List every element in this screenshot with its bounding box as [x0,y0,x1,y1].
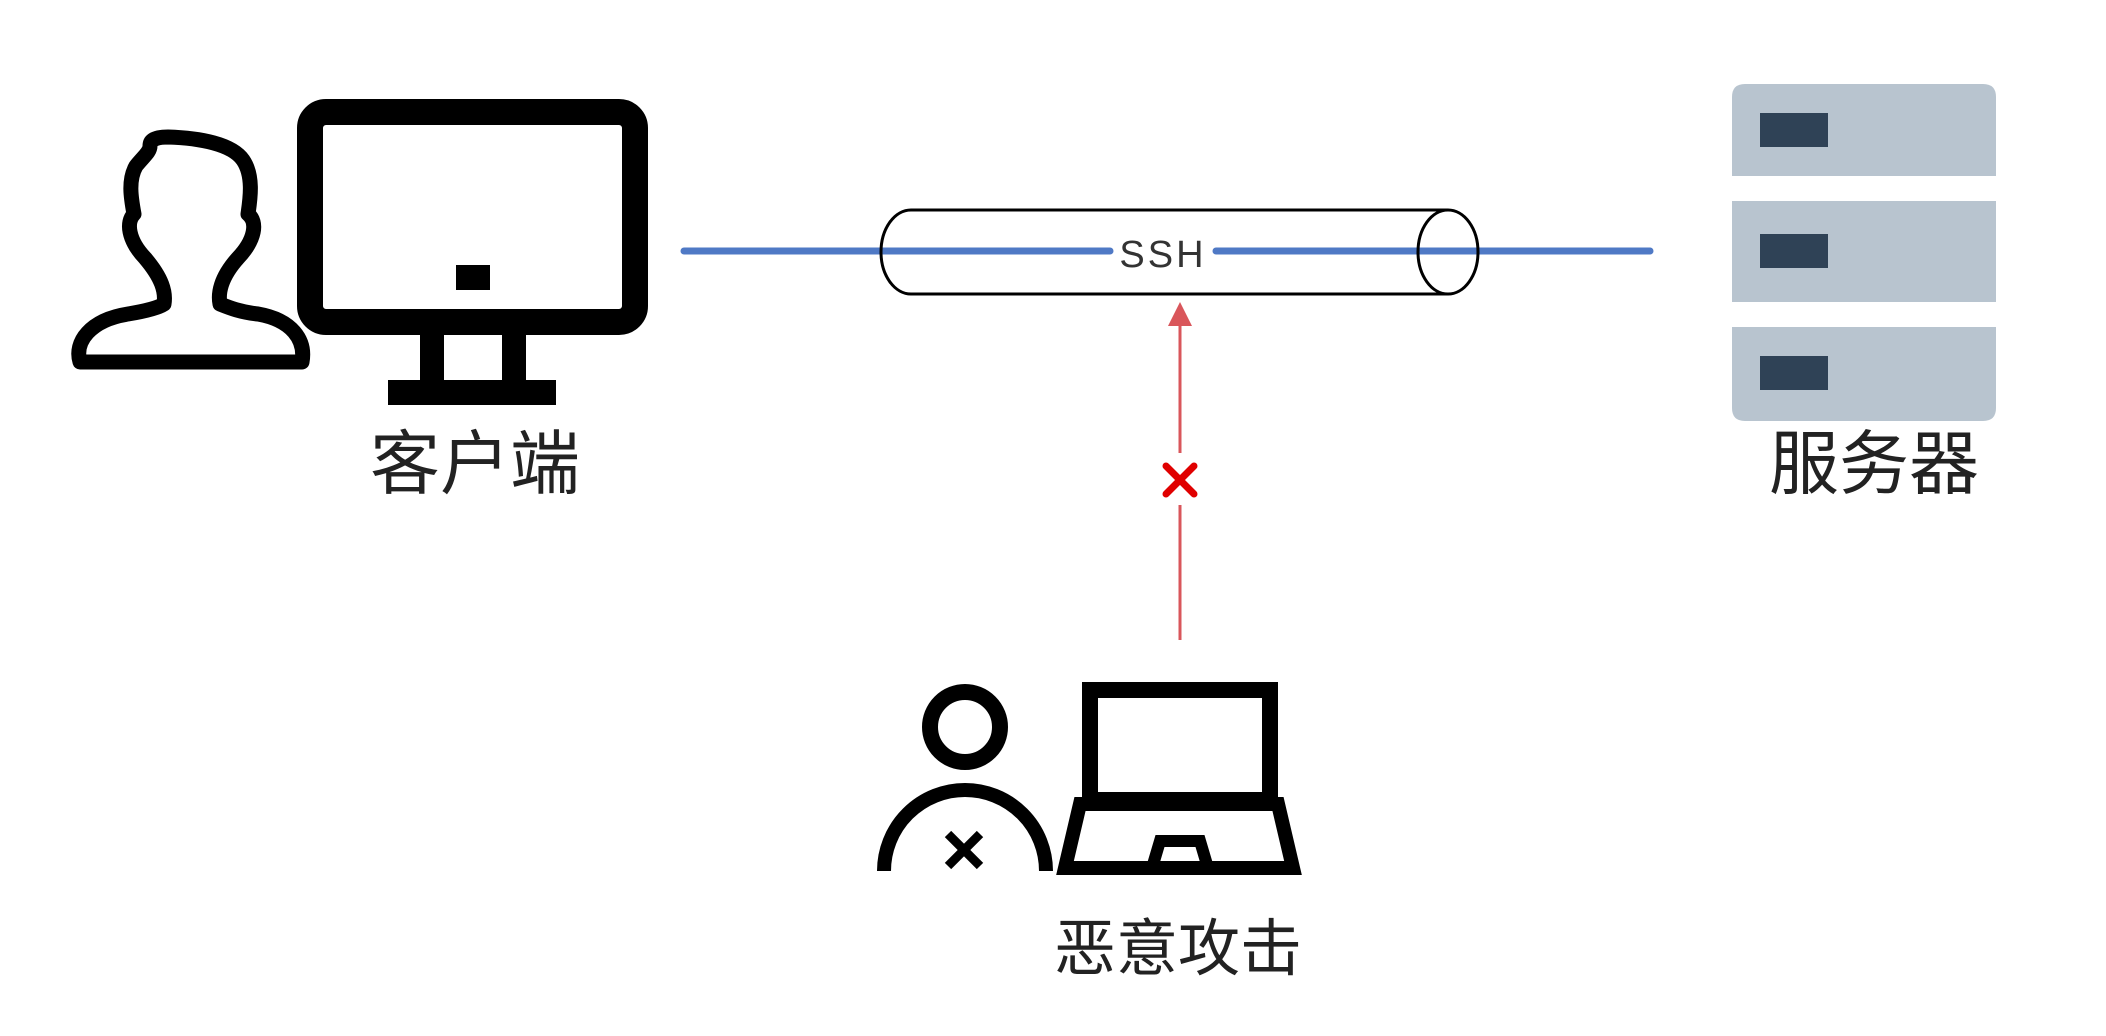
server-rack-icon [1732,84,1996,421]
ssh-diagram: 客户端 SSH 服务器 恶意攻击 [71,84,1996,985]
desktop-monitor-icon [297,99,648,405]
blocked-x-icon [1162,462,1198,498]
ssh-label: SSH [1119,234,1206,276]
malicious-user-icon [877,684,1053,872]
server-label: 服务器 [1769,423,1979,505]
client-label: 客户端 [370,423,580,505]
attacker-label: 恶意攻击 [1054,912,1302,985]
user-icon [71,129,311,370]
laptop-icon [1056,682,1302,875]
